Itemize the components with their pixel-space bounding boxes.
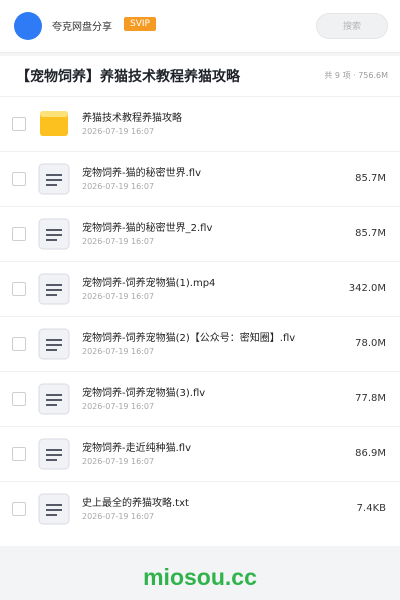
top-bar: 夸克网盘分享 SVIP 搜索 [0, 0, 400, 53]
file-date: 2026-07-19 16:07 [82, 182, 155, 191]
row-checkbox[interactable] [12, 227, 26, 241]
list-item-file[interactable]: 宠物饲养-猫的秘密世界.flv 2026-07-19 16:07 85.7M [0, 151, 400, 206]
file-size: 7.4KB [356, 503, 386, 514]
folder-icon [40, 111, 68, 136]
file-name: 宠物饲养-饲养宠物猫(2)【公众号：密知圈】.flv [82, 333, 296, 344]
file-size: 342.0M [348, 283, 386, 294]
row-checkbox[interactable] [12, 337, 26, 351]
share-title: 夸克网盘分享 [52, 22, 112, 33]
list-item-file[interactable]: 史上最全的养猫攻略.txt 2026-07-19 16:07 7.4KB [0, 481, 400, 536]
avatar[interactable] [14, 12, 42, 40]
file-date: 2026-07-19 16:07 [82, 127, 155, 136]
file-date: 2026-07-19 16:07 [82, 402, 155, 411]
row-checkbox[interactable] [12, 172, 26, 186]
file-size: 77.8M [355, 393, 386, 404]
file-list-panel: 【宠物饲养】养猫技术教程养猫攻略 共 9 项 · 756.6M 养猫技术教程养猫… [0, 56, 400, 546]
file-list: 养猫技术教程养猫攻略 2026-07-19 16:07 宠物饲养-猫的秘密世界.… [0, 96, 400, 536]
row-checkbox[interactable] [12, 447, 26, 461]
document-icon [38, 383, 70, 415]
file-name: 宠物饲养-饲养宠物猫(1).mp4 [82, 278, 216, 289]
list-item-file[interactable]: 宠物饲养-饲养宠物猫(1).mp4 2026-07-19 16:07 342.0… [0, 261, 400, 316]
file-date: 2026-07-19 16:07 [82, 237, 155, 246]
document-icon [38, 218, 70, 250]
row-checkbox[interactable] [12, 282, 26, 296]
file-size: 85.7M [355, 228, 386, 239]
document-icon [38, 163, 70, 195]
file-name: 宠物饲养-猫的秘密世界.flv [82, 168, 202, 179]
list-item-file[interactable]: 宠物饲养-走近纯种猫.flv 2026-07-19 16:07 86.9M [0, 426, 400, 481]
document-icon [38, 273, 70, 305]
search-input[interactable]: 搜索 [316, 13, 388, 39]
file-size: 86.9M [355, 448, 386, 459]
file-date: 2026-07-19 16:07 [82, 512, 155, 521]
file-size: 85.7M [355, 173, 386, 184]
list-item-file[interactable]: 宠物饲养-饲养宠物猫(2)【公众号：密知圈】.flv 2026-07-19 16… [0, 316, 400, 371]
file-name: 宠物饲养-饲养宠物猫(3).flv [82, 388, 206, 399]
svip-badge: SVIP [124, 17, 156, 31]
file-name: 宠物饲养-猫的秘密世界_2.flv [82, 223, 213, 234]
file-date: 2026-07-19 16:07 [82, 457, 155, 466]
row-checkbox[interactable] [12, 502, 26, 516]
list-item-file[interactable]: 宠物饲养-猫的秘密世界_2.flv 2026-07-19 16:07 85.7M [0, 206, 400, 261]
file-name: 养猫技术教程养猫攻略 [82, 113, 182, 124]
row-checkbox[interactable] [12, 117, 26, 131]
file-date: 2026-07-19 16:07 [82, 347, 155, 356]
document-icon [38, 493, 70, 525]
list-item-file[interactable]: 宠物饲养-饲养宠物猫(3).flv 2026-07-19 16:07 77.8M [0, 371, 400, 426]
folder-summary: 共 9 项 · 756.6M [324, 71, 388, 80]
document-icon [38, 328, 70, 360]
file-date: 2026-07-19 16:07 [82, 292, 155, 301]
site-watermark: miosou.cc [143, 564, 257, 590]
row-checkbox[interactable] [12, 392, 26, 406]
list-item-folder[interactable]: 养猫技术教程养猫攻略 2026-07-19 16:07 [0, 96, 400, 151]
file-name: 宠物饲养-走近纯种猫.flv [82, 443, 192, 454]
file-name: 史上最全的养猫攻略.txt [82, 498, 189, 509]
document-icon [38, 438, 70, 470]
page-title: 【宠物饲养】养猫技术教程养猫攻略 [16, 69, 240, 85]
file-size: 78.0M [355, 338, 386, 349]
